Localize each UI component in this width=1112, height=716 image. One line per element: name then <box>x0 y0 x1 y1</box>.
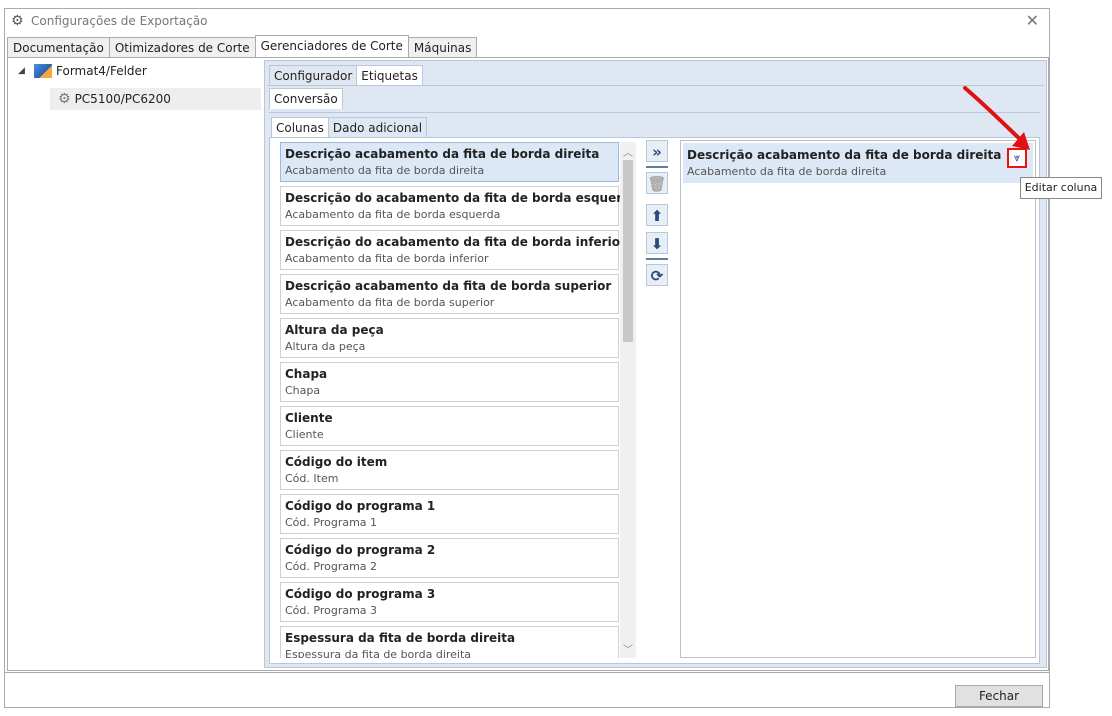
list-item-subtitle: Cód. Programa 1 <box>285 516 378 529</box>
delete-column-button[interactable]: 🗑 <box>646 172 668 194</box>
tree-root-item[interactable]: ◢ Format4/Felder <box>18 64 147 78</box>
title-bar: ⚙ Configurações de Exportação ✕ <box>5 9 1049 35</box>
conversion-panel: Colunas Dado adicional Descrição acabame… <box>269 112 1040 665</box>
list-item-title: Cliente <box>285 411 333 425</box>
available-columns-list: Descrição acabamento da fita de borda di… <box>278 142 620 658</box>
list-item[interactable]: Código do programa 1 Cód. Programa 1 <box>280 494 619 534</box>
config-panel: Configurador Etiquetas Conversão Colunas… <box>264 60 1047 668</box>
list-item-title: Chapa <box>285 367 328 381</box>
list-item-subtitle: Acabamento da fita de borda inferior <box>285 252 489 265</box>
list-item[interactable]: Descrição do acabamento da fita de borda… <box>280 186 620 226</box>
list-item[interactable]: Cliente Cliente <box>280 406 619 446</box>
list-item[interactable]: Código do programa 3 Cód. Programa 3 <box>280 582 619 622</box>
scroll-up-icon[interactable]: ︿ <box>623 144 633 159</box>
list-item-subtitle: Espessura da fita de borda direita <box>285 648 472 658</box>
list-item[interactable]: Descrição acabamento da fita de borda su… <box>280 274 619 314</box>
expand-triangle-icon[interactable]: ◢ <box>18 66 30 76</box>
tab-configurador[interactable]: Configurador <box>269 65 358 86</box>
window-title: Configurações de Exportação <box>31 14 208 28</box>
list-item-title: Espessura da fita de borda direita <box>285 631 516 645</box>
add-column-button[interactable]: » <box>646 140 668 162</box>
main-tabs: Documentação Otimizadores de Corte Geren… <box>7 35 478 61</box>
selected-item-subtitle: Acabamento da fita de borda direita <box>687 165 887 178</box>
tree-child-item[interactable]: ⚙ PC5100/PC6200 <box>50 88 261 110</box>
list-item[interactable]: Espessura da fita de borda direita Espes… <box>280 626 619 658</box>
column-tabs: Colunas Dado adicional <box>271 117 428 138</box>
list-item-title: Descrição do acabamento da fita de borda… <box>285 191 620 205</box>
machine-cog-icon: ⚙ <box>58 91 71 107</box>
refresh-button[interactable]: ⟳ <box>646 264 668 286</box>
columns-panel: Descrição acabamento da fita de borda di… <box>269 137 1040 664</box>
tab-otimizadores[interactable]: Otimizadores de Corte <box>108 37 256 58</box>
list-item[interactable]: Descrição do acabamento da fita de borda… <box>280 230 620 270</box>
list-item-subtitle: Acabamento da fita de borda superior <box>285 296 495 309</box>
tab-colunas[interactable]: Colunas <box>271 117 329 138</box>
dialog-footer: Fechar <box>5 672 1049 709</box>
toolbar-separator <box>646 258 668 260</box>
list-item-title: Código do programa 3 <box>285 587 436 601</box>
list-item-title: Altura da peça <box>285 323 384 337</box>
close-icon[interactable]: ✕ <box>1026 11 1039 30</box>
list-item[interactable]: Código do programa 2 Cód. Programa 2 <box>280 538 619 578</box>
move-up-button[interactable]: ⬆ <box>646 204 668 226</box>
selected-columns-list: Descrição acabamento da fita de borda di… <box>680 140 1036 658</box>
scroll-down-icon[interactable]: ﹀ <box>623 641 633 656</box>
toolbar-separator <box>646 166 668 168</box>
tab-conversao[interactable]: Conversão <box>269 88 343 109</box>
tab-etiquetas[interactable]: Etiquetas <box>356 65 423 86</box>
edit-column-tooltip: Editar coluna <box>1020 177 1102 199</box>
list-item-subtitle: Acabamento da fita de borda direita <box>285 164 485 177</box>
sub-tabs: Configurador Etiquetas <box>269 65 423 86</box>
list-item[interactable]: Descrição acabamento da fita de borda di… <box>280 142 619 182</box>
list-item-title: Descrição do acabamento da fita de borda… <box>285 235 620 249</box>
list-item-subtitle: Altura da peça <box>285 340 366 353</box>
annotation-arrow-icon <box>963 86 1030 150</box>
list-item-subtitle: Cód. Item <box>285 472 339 485</box>
tab-dado-adicional[interactable]: Dado adicional <box>327 117 428 138</box>
tree-root-label: Format4/Felder <box>56 64 147 78</box>
close-button[interactable]: Fechar <box>955 685 1043 707</box>
list-scrollbar[interactable]: ︿ ﹀ <box>620 142 636 658</box>
list-item-title: Código do item <box>285 455 388 469</box>
tree-child-label: PC5100/PC6200 <box>74 92 171 106</box>
gear-icon: ⚙ <box>11 13 24 29</box>
list-item[interactable]: Altura da peça Altura da peça <box>280 318 619 358</box>
list-item-subtitle: Acabamento da fita de borda esquerda <box>285 208 501 221</box>
list-item-subtitle: Chapa <box>285 384 321 397</box>
tab-maquinas[interactable]: Máquinas <box>407 37 478 58</box>
list-item-title: Descrição acabamento da fita de borda su… <box>285 279 612 293</box>
move-down-button[interactable]: ⬇ <box>646 232 668 254</box>
list-item[interactable]: Código do item Cód. Item <box>280 450 619 490</box>
labels-panel: Conversão Colunas Dado adicional Descriç… <box>267 85 1044 666</box>
conversion-tabs: Conversão <box>269 88 343 109</box>
list-item-title: Código do programa 2 <box>285 543 436 557</box>
list-item-subtitle: Cód. Programa 2 <box>285 560 378 573</box>
export-settings-window: ⚙ Configurações de Exportação ✕ Document… <box>4 8 1050 708</box>
list-item-title: Código do programa 1 <box>285 499 436 513</box>
list-item-subtitle: Cliente <box>285 428 324 441</box>
list-item[interactable]: Chapa Chapa <box>280 362 619 402</box>
list-item-title: Descrição acabamento da fita de borda di… <box>285 147 600 161</box>
list-item-subtitle: Cód. Programa 3 <box>285 604 378 617</box>
machine-tree: ◢ Format4/Felder ⚙ PC5100/PC6200 <box>8 58 263 670</box>
scrollbar-thumb[interactable] <box>623 160 633 342</box>
manufacturer-logo-icon <box>34 64 52 78</box>
tab-documentacao[interactable]: Documentação <box>7 37 110 58</box>
tab-content: ◢ Format4/Felder ⚙ PC5100/PC6200 Configu… <box>7 57 1049 671</box>
